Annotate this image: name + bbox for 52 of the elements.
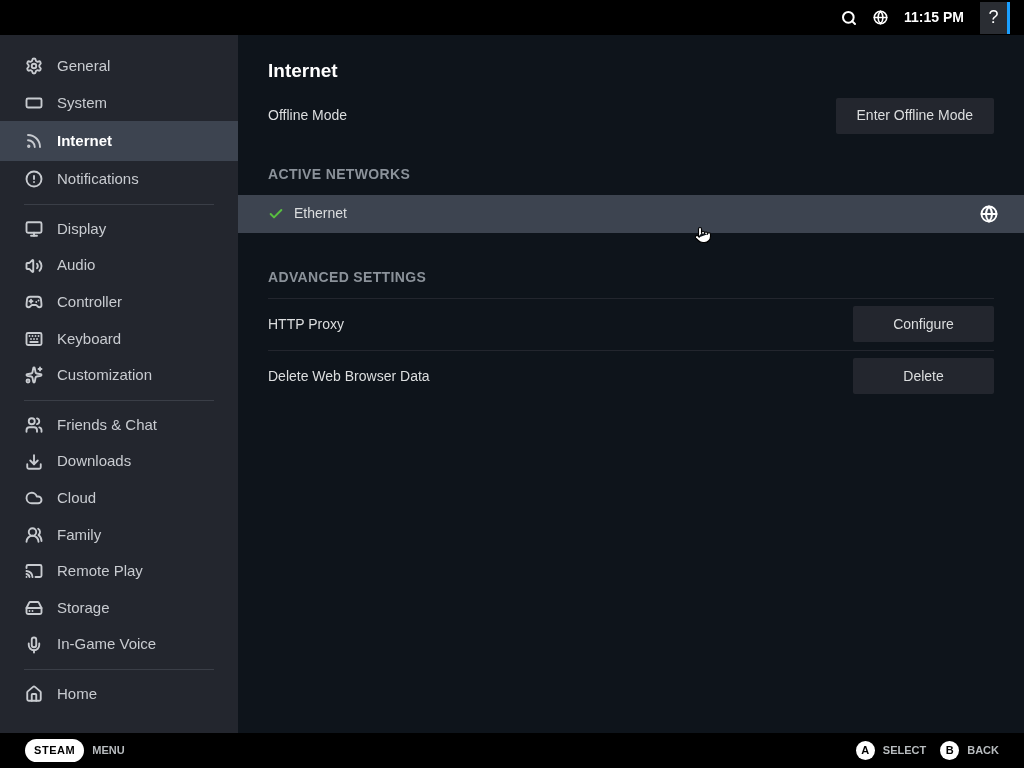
- globe-icon[interactable]: [873, 10, 889, 25]
- section-heading: ACTIVE NETWORKS: [268, 164, 411, 184]
- sidebar-item[interactable]: Notifications: [0, 161, 238, 198]
- setting-label: Delete Web Browser Data: [268, 366, 430, 386]
- settings-button[interactable]: Configure: [853, 306, 994, 342]
- network-name: Ethernet: [294, 204, 347, 223]
- search-icon[interactable]: [841, 9, 858, 26]
- action-label: BACK: [967, 743, 999, 759]
- keyboard-icon: [25, 329, 43, 348]
- sidebar-item[interactable]: Keyboard: [0, 320, 238, 358]
- sidebar-item[interactable]: Home: [0, 675, 238, 713]
- sidebar-item[interactable]: Controller: [0, 283, 238, 321]
- gear-icon: [25, 57, 43, 76]
- steam-badge[interactable]: STEAM: [25, 739, 85, 762]
- sidebar-item[interactable]: System: [0, 84, 238, 122]
- monitor-icon: [25, 220, 43, 239]
- sidebar-item[interactable]: Storage: [0, 589, 238, 627]
- offline-mode-button[interactable]: Enter Offline Mode: [835, 97, 994, 134]
- settings-button[interactable]: Delete: [853, 358, 994, 394]
- download-icon: [25, 452, 43, 471]
- sidebar-item[interactable]: General: [0, 48, 238, 85]
- section-heading: ADVANCED SETTINGS: [268, 267, 427, 287]
- hand-cursor-icon: [694, 224, 712, 245]
- cast-icon: [25, 562, 43, 581]
- drive-icon: [25, 599, 43, 617]
- help-button[interactable]: ?: [980, 1, 1010, 34]
- people-icon: [25, 416, 43, 435]
- sidebar-item[interactable]: Remote Play: [0, 553, 238, 590]
- sidebar-item[interactable]: Downloads: [0, 443, 238, 480]
- alert-icon: [25, 170, 43, 189]
- sidebar-item[interactable]: Customization: [0, 357, 238, 394]
- controller-key-icon: B: [940, 741, 960, 760]
- sidebar-item[interactable]: In-Game Voice: [0, 626, 238, 663]
- speaker-icon: [25, 256, 43, 275]
- signal-waves-icon: [25, 132, 43, 151]
- sidebar-item[interactable]: Audio: [0, 247, 238, 284]
- menu-label: MENU: [92, 743, 125, 759]
- sidebar-item[interactable]: Family: [0, 516, 238, 554]
- sidebar-item[interactable]: Cloud: [0, 479, 238, 517]
- page-title: Internet: [268, 59, 339, 83]
- setting-label: HTTP Proxy: [268, 314, 344, 334]
- home-icon: [25, 685, 43, 704]
- globe-icon[interactable]: [980, 204, 998, 223]
- sidebar-item[interactable]: Display: [0, 210, 238, 248]
- microphone-icon: [25, 635, 43, 654]
- sidebar-item[interactable]: Friends & Chat: [0, 406, 238, 444]
- clock-time: 11:15 PM: [904, 8, 964, 27]
- setting-label: Offline Mode: [268, 106, 348, 125]
- sidebar-item[interactable]: Internet: [0, 121, 238, 162]
- action-label: SELECT: [882, 743, 927, 759]
- group-icon: [25, 525, 43, 544]
- controller-key-icon: A: [855, 741, 875, 760]
